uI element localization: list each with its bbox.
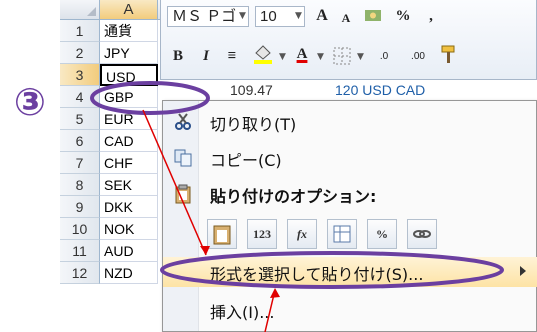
cell[interactable]: NOK — [100, 218, 158, 240]
menu-item-insert-label: 挿入(I)... — [210, 303, 275, 322]
italic-button[interactable]: I — [195, 46, 217, 66]
clipboard-icon — [175, 184, 191, 204]
copy-icon — [174, 149, 192, 167]
row-header[interactable]: 3 — [60, 64, 100, 86]
paste-options-row: 123 fx % — [207, 219, 437, 249]
cell[interactable]: AUD — [100, 240, 158, 262]
scissors-icon — [175, 113, 191, 130]
partial-cell-header: 120 USD CAD — [335, 82, 426, 98]
cell[interactable]: JPY — [100, 42, 158, 64]
cell[interactable]: CAD — [100, 130, 158, 152]
border-grid-icon — [333, 47, 351, 65]
cell[interactable]: GBP — [100, 86, 158, 108]
paste-formulas-button[interactable]: fx — [287, 219, 317, 249]
row-header[interactable]: 8 — [60, 174, 100, 196]
decrease-decimal-button[interactable]: .00 — [405, 46, 431, 66]
cell[interactable]: EUR — [100, 108, 158, 130]
comma-button[interactable]: , — [423, 6, 439, 26]
font-name-field[interactable]: ＭＳ Ｐゴ — [167, 6, 249, 27]
mini-toolbar: ＭＳ Ｐゴ ▼ 10 ▼ A A % , B I ≡ ▼ A ▼ ▼ .0 .0… — [160, 0, 537, 80]
paste-values-button[interactable]: 123 — [247, 219, 277, 249]
paintbrush-icon — [441, 45, 455, 63]
borders-button[interactable] — [331, 46, 353, 66]
paste-options-heading: 貼り付けのオプション: — [163, 179, 537, 209]
paste-options-heading-label: 貼り付けのオプション: — [210, 187, 377, 206]
row-header[interactable]: 1 — [60, 20, 100, 42]
menu-item-cut-label: 切り取り(T) — [210, 115, 297, 134]
currency-icon — [365, 10, 381, 21]
align-center-button[interactable]: ≡ — [221, 46, 243, 66]
increase-decimal-button[interactable]: .0 — [371, 46, 397, 66]
menu-item-insert[interactable]: 挿入(I)... — [163, 295, 537, 325]
paste-transpose-button[interactable] — [327, 219, 357, 249]
paint-bucket-icon — [254, 45, 272, 64]
cell[interactable]: 通貨 — [100, 20, 158, 42]
row-header[interactable]: 4 — [60, 86, 100, 108]
cell[interactable]: SEK — [100, 174, 158, 196]
bold-button[interactable]: B — [167, 46, 189, 66]
clipboard-icon — [213, 225, 231, 245]
font-color-button[interactable]: A — [291, 44, 313, 64]
select-all-corner[interactable] — [60, 0, 100, 20]
row-header[interactable]: 6 — [60, 130, 100, 152]
menu-item-paste-special-label: 形式を選択して貼り付け(S)... — [210, 265, 424, 284]
row-header[interactable]: 12 — [60, 262, 100, 284]
menu-item-copy[interactable]: コピー(C) — [163, 143, 537, 173]
chevron-down-icon[interactable]: ▼ — [279, 52, 286, 62]
cell[interactable]: CHF — [100, 152, 158, 174]
grow-font-button[interactable]: A — [311, 6, 333, 26]
paste-button[interactable] — [207, 219, 237, 249]
row-header[interactable]: 9 — [60, 196, 100, 218]
partial-cells-row: 109.47 120 USD CAD — [160, 80, 537, 102]
cell[interactable]: NZD — [100, 262, 158, 284]
shrink-font-button[interactable]: A — [337, 8, 355, 28]
percent-button[interactable]: % — [393, 6, 413, 26]
format-painter-button[interactable] — [437, 44, 461, 64]
chevron-down-icon[interactable]: ▼ — [295, 11, 302, 21]
partial-cell-value: 109.47 — [230, 82, 273, 98]
accounting-format-button[interactable] — [361, 6, 385, 26]
row-header[interactable]: 10 — [60, 218, 100, 240]
chevron-down-icon[interactable]: ▼ — [357, 52, 364, 62]
row-header[interactable]: 2 — [60, 42, 100, 64]
row-header[interactable]: 7 — [60, 152, 100, 174]
step-number-annotation: ③ — [13, 80, 47, 124]
transpose-icon — [333, 225, 351, 243]
context-menu: 切り取り(T) コピー(C) 貼り付けのオプション: 123 fx % 形式を選… — [162, 100, 537, 332]
paste-link-button[interactable] — [407, 219, 437, 249]
chevron-down-icon[interactable]: ▼ — [317, 52, 324, 62]
cell[interactable]: DKK — [100, 196, 158, 218]
menu-item-paste-special[interactable]: 形式を選択して貼り付け(S)... — [163, 257, 537, 287]
chevron-down-icon[interactable]: ▼ — [239, 11, 246, 21]
row-header[interactable]: 11 — [60, 240, 100, 262]
menu-item-cut[interactable]: 切り取り(T) — [163, 107, 537, 137]
fill-color-button[interactable] — [249, 44, 277, 64]
link-icon — [413, 230, 431, 238]
column-header-a[interactable]: A — [100, 0, 158, 20]
submenu-arrow-icon — [520, 266, 526, 276]
row-header[interactable]: 5 — [60, 108, 100, 130]
menu-item-copy-label: コピー(C) — [210, 151, 282, 170]
paste-formatting-button[interactable]: % — [367, 219, 397, 249]
selected-cell[interactable]: USD — [100, 64, 158, 86]
